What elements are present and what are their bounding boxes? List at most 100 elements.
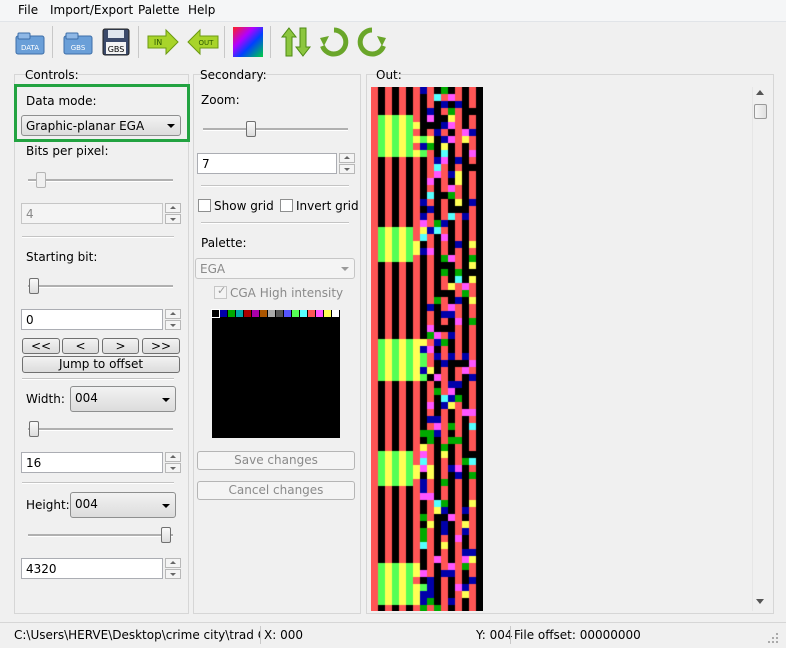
jump-to-offset-button[interactable]: Jump to offset: [22, 356, 180, 373]
slider-track: [28, 285, 173, 288]
spin-up-icon[interactable]: [165, 309, 181, 319]
rotate-cw-icon[interactable]: [318, 26, 350, 58]
spin-down-icon[interactable]: [165, 463, 181, 473]
status-bar: C:\Users\HERVE\Desktop\crime city\trad C…: [0, 622, 786, 648]
swap-arrows-icon[interactable]: [280, 26, 312, 58]
scroll-down-icon[interactable]: [756, 599, 764, 604]
output-canvas[interactable]: [371, 87, 483, 611]
width-select[interactable]: 004: [70, 386, 176, 412]
scroll-up-icon[interactable]: [756, 90, 764, 95]
bits-per-pixel-stepper[interactable]: 4: [21, 203, 181, 224]
rotate-ccw-icon[interactable]: [356, 26, 388, 58]
zoom-field[interactable]: 7: [197, 153, 337, 174]
starting-bit-field[interactable]: 0: [21, 309, 163, 330]
cancel-changes-button[interactable]: Cancel changes: [197, 481, 355, 500]
zoom-stepper[interactable]: 7: [197, 153, 355, 174]
bits-per-pixel-label: Bits per pixel:: [26, 144, 109, 158]
palette-swatch[interactable]: [236, 310, 243, 317]
save-changes-button[interactable]: Save changes: [197, 451, 355, 470]
menu-help[interactable]: Help: [188, 3, 215, 17]
palette-select-value: EGA: [200, 262, 226, 276]
zoom-label: Zoom:: [201, 93, 240, 107]
slider-thumb[interactable]: [29, 278, 39, 294]
slider-thumb[interactable]: [29, 421, 39, 437]
palette-swatch[interactable]: [228, 310, 235, 317]
palette-swatch[interactable]: [324, 310, 331, 317]
zoom-slider[interactable]: [203, 119, 348, 139]
starting-bit-slider[interactable]: [28, 276, 173, 296]
invert-grid-checkbox[interactable]: [280, 199, 293, 212]
divider: [22, 236, 174, 238]
bits-per-pixel-slider[interactable]: [28, 170, 173, 190]
palette-swatch[interactable]: [332, 310, 339, 317]
palette-swatch[interactable]: [316, 310, 323, 317]
spin-up-icon[interactable]: [165, 452, 181, 462]
starting-bit-stepper[interactable]: 0: [21, 309, 181, 330]
palette-swatch[interactable]: [284, 310, 291, 317]
palette-swatch[interactable]: [300, 310, 307, 317]
nav-last-button[interactable]: >>: [142, 338, 180, 354]
width-slider[interactable]: [28, 419, 173, 439]
divider: [22, 482, 174, 484]
spin-down-icon[interactable]: [165, 320, 181, 330]
import-in-icon[interactable]: IN: [146, 26, 179, 58]
palette-select[interactable]: EGA: [195, 258, 355, 279]
menu-palette[interactable]: Palette: [138, 3, 180, 17]
spin-up-icon[interactable]: [339, 153, 355, 163]
divider: [201, 222, 349, 224]
slider-thumb[interactable]: [36, 172, 46, 188]
show-grid-checkbox[interactable]: [198, 199, 211, 212]
svg-text:GBS: GBS: [71, 44, 86, 52]
checkmark-icon: ✓: [217, 284, 227, 297]
palette-swatch[interactable]: [292, 310, 299, 317]
spin-down-icon[interactable]: [165, 214, 181, 224]
cga-high-intensity-checkbox[interactable]: ✓: [214, 284, 227, 299]
palette-swatch[interactable]: [260, 310, 267, 317]
color-palette-icon[interactable]: [232, 26, 264, 58]
scrollbar-thumb[interactable]: [754, 104, 767, 119]
status-divider: [510, 626, 511, 644]
palette-swatch[interactable]: [276, 310, 283, 317]
menu-file[interactable]: File: [18, 3, 38, 17]
folder-gbs-icon[interactable]: GBS: [62, 26, 94, 58]
height-slider[interactable]: [28, 525, 173, 545]
svg-text:OUT: OUT: [199, 39, 215, 47]
slider-thumb[interactable]: [246, 121, 256, 137]
menu-bar: File Import/Export Palette Help: [0, 0, 786, 22]
palette-swatch[interactable]: [308, 310, 315, 317]
height-select[interactable]: 004: [70, 492, 176, 518]
bits-per-pixel-field[interactable]: 4: [21, 203, 163, 224]
show-grid-label: Show grid: [214, 199, 274, 213]
palette-swatch-selected: [211, 309, 220, 318]
spin-up-icon[interactable]: [165, 558, 181, 568]
width-field[interactable]: 16: [21, 452, 163, 473]
width-stepper[interactable]: 16: [21, 452, 181, 473]
height-field[interactable]: 4320: [21, 558, 163, 579]
folder-data-icon[interactable]: DATA: [14, 26, 46, 58]
nav-prev-button[interactable]: <: [62, 338, 99, 354]
cga-high-intensity-label: CGA High intensity: [230, 286, 344, 300]
spin-down-icon[interactable]: [165, 569, 181, 579]
height-stepper[interactable]: 4320: [21, 558, 181, 579]
invert-grid-label: Invert grid: [296, 199, 359, 213]
toolbar-separator: [224, 26, 225, 58]
divider: [201, 185, 349, 187]
export-out-icon[interactable]: OUT: [186, 26, 219, 58]
palette-swatch[interactable]: [268, 310, 275, 317]
starting-bit-label: Starting bit:: [26, 250, 98, 264]
resize-grip-icon[interactable]: [766, 631, 780, 645]
nav-next-button[interactable]: >: [102, 338, 139, 354]
svg-text:GBS: GBS: [108, 45, 125, 54]
palette-swatch[interactable]: [252, 310, 259, 317]
palette-swatch[interactable]: [220, 310, 227, 317]
save-gbs-icon[interactable]: GBS: [100, 26, 132, 58]
menu-import-export[interactable]: Import/Export: [50, 3, 133, 17]
spin-up-icon[interactable]: [165, 203, 181, 213]
output-scrollbar[interactable]: [752, 87, 769, 611]
spin-down-icon[interactable]: [339, 164, 355, 174]
status-x: X: 000: [264, 628, 303, 642]
data-mode-select[interactable]: Graphic-planar EGA: [21, 115, 181, 136]
nav-first-button[interactable]: <<: [22, 338, 60, 354]
palette-swatch[interactable]: [244, 310, 251, 317]
slider-thumb[interactable]: [161, 527, 171, 543]
